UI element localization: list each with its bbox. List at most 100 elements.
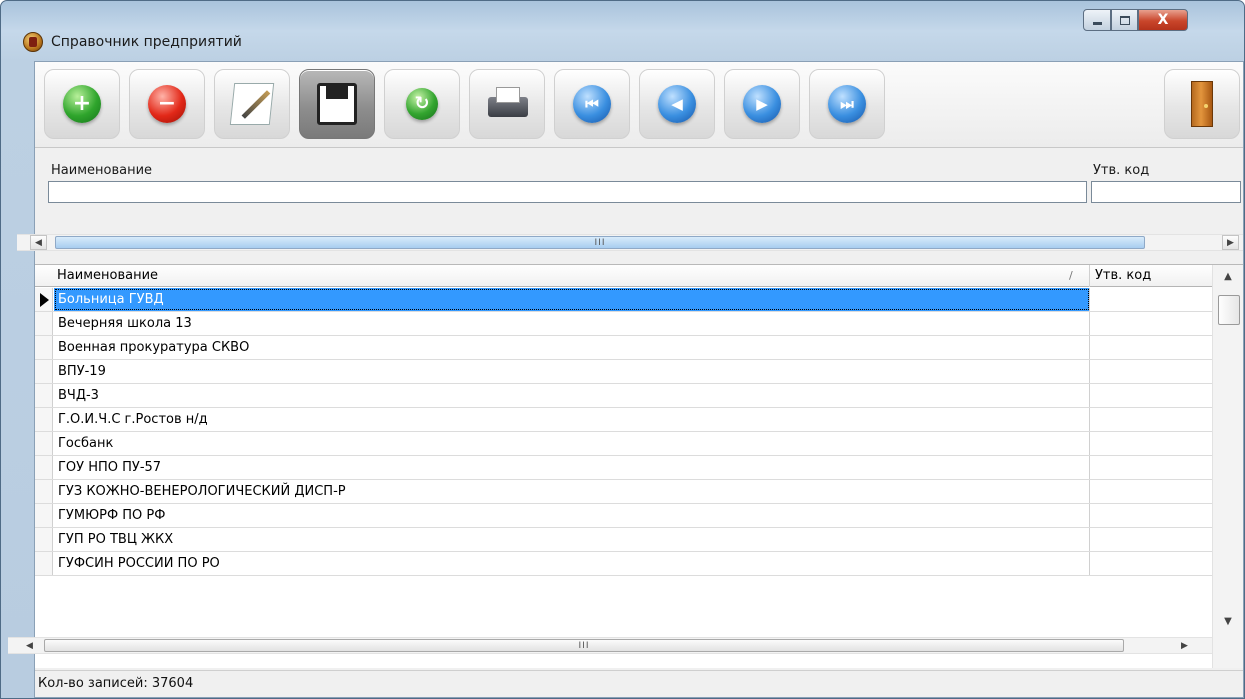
sort-indicator-icon: / bbox=[1069, 269, 1073, 282]
filter-hscrollbar[interactable]: ◀ III ▶ bbox=[17, 234, 1243, 251]
prev-record-icon: ◀ bbox=[658, 85, 696, 123]
table-row[interactable]: Больница ГУВД bbox=[35, 288, 1212, 312]
filter-code-label: Утв. код bbox=[1093, 163, 1150, 178]
cell-code[interactable] bbox=[1091, 312, 1212, 335]
refresh-button[interactable]: ↻ bbox=[384, 69, 460, 139]
cell-name[interactable]: ГОУ НПО ПУ-57 bbox=[54, 456, 1090, 479]
cell-code[interactable] bbox=[1091, 528, 1212, 551]
close-icon: X bbox=[1157, 12, 1169, 28]
add-button[interactable]: + bbox=[44, 69, 120, 139]
maximize-icon bbox=[1119, 15, 1130, 25]
main-panel: + − ↻ ⏮ ◀ ▶ ⏭ Наименование Утв. код ◀ II… bbox=[8, 61, 1244, 698]
cell-code[interactable] bbox=[1091, 336, 1212, 359]
row-indicator bbox=[35, 504, 53, 527]
minimize-button[interactable] bbox=[1083, 9, 1111, 31]
cell-name[interactable]: Госбанк bbox=[54, 432, 1090, 455]
table-row[interactable]: Военная прокуратура СКВО bbox=[35, 336, 1212, 360]
row-indicator bbox=[35, 336, 53, 359]
last-record-button[interactable]: ⏭ bbox=[809, 69, 885, 139]
toolbar: + − ↻ ⏮ ◀ ▶ ⏭ bbox=[35, 62, 1243, 148]
row-indicator bbox=[35, 552, 53, 575]
table-row[interactable]: ГУФСИН РОССИИ ПО РО bbox=[35, 552, 1212, 576]
last-record-icon: ⏭ bbox=[828, 85, 866, 123]
cell-name[interactable]: ГУФСИН РОССИИ ПО РО bbox=[54, 552, 1090, 575]
table-row[interactable]: ГОУ НПО ПУ-57 bbox=[35, 456, 1212, 480]
cell-code[interactable] bbox=[1091, 384, 1212, 407]
column-header-code[interactable]: Утв. код bbox=[1091, 265, 1211, 287]
cell-code[interactable] bbox=[1091, 288, 1212, 311]
column-header-name[interactable]: Наименование bbox=[53, 265, 1090, 287]
maximize-button[interactable] bbox=[1111, 9, 1138, 31]
table-row[interactable]: ВЧД-3 bbox=[35, 384, 1212, 408]
door-exit-icon bbox=[1191, 81, 1213, 127]
next-record-button[interactable]: ▶ bbox=[724, 69, 800, 139]
cell-name[interactable]: Г.О.И.Ч.С г.Ростов н/д bbox=[54, 408, 1090, 431]
table-row[interactable]: ГУЗ КОЖНО-ВЕНЕРОЛОГИЧЕСКИЙ ДИСП-Р bbox=[35, 480, 1212, 504]
minimize-icon bbox=[1092, 21, 1102, 25]
row-pointer-icon bbox=[35, 288, 53, 311]
filter-panel: Наименование Утв. код bbox=[35, 148, 1243, 228]
filter-code-input[interactable] bbox=[1091, 181, 1241, 203]
cell-code[interactable] bbox=[1091, 360, 1212, 383]
filter-name-label: Наименование bbox=[51, 163, 153, 178]
scroll-right-icon[interactable]: ▶ bbox=[1222, 235, 1239, 250]
record-count: Кол-во записей: 37604 bbox=[38, 676, 194, 691]
cell-name[interactable]: Военная прокуратура СКВО bbox=[54, 336, 1090, 359]
delete-button[interactable]: − bbox=[129, 69, 205, 139]
next-record-icon: ▶ bbox=[743, 85, 781, 123]
edit-icon bbox=[229, 83, 275, 125]
table-row[interactable]: Госбанк bbox=[35, 432, 1212, 456]
cell-name[interactable]: ГУЗ КОЖНО-ВЕНЕРОЛОГИЧЕСКИЙ ДИСП-Р bbox=[54, 480, 1090, 503]
grid-hscrollbar[interactable]: ◀ III ▶ bbox=[8, 637, 1212, 654]
grid-hscroll-thumb[interactable]: III bbox=[44, 639, 1124, 652]
cell-name[interactable]: ВПУ-19 bbox=[54, 360, 1090, 383]
save-button[interactable] bbox=[299, 69, 375, 139]
row-indicator bbox=[35, 528, 53, 551]
minus-icon: − bbox=[148, 85, 186, 123]
cell-name[interactable]: ВЧД-3 bbox=[54, 384, 1090, 407]
cell-code[interactable] bbox=[1091, 552, 1212, 575]
exit-button[interactable] bbox=[1164, 69, 1240, 139]
grid-rows: Больница ГУВД Вечерняя школа 13 Военная … bbox=[35, 288, 1212, 576]
plus-icon: + bbox=[63, 85, 101, 123]
first-record-button[interactable]: ⏮ bbox=[554, 69, 630, 139]
cell-name[interactable]: Вечерняя школа 13 bbox=[54, 312, 1090, 335]
filter-name-input[interactable] bbox=[48, 181, 1087, 203]
close-button[interactable]: X bbox=[1138, 9, 1188, 31]
cell-code[interactable] bbox=[1091, 432, 1212, 455]
scroll-left-icon[interactable]: ◀ bbox=[30, 235, 47, 250]
table-row[interactable]: ВПУ-19 bbox=[35, 360, 1212, 384]
grid-vscrollbar[interactable]: ▲ ▼ bbox=[1212, 265, 1243, 668]
printer-icon bbox=[484, 87, 530, 121]
table-row[interactable]: ГУП РО ТВЦ ЖКХ bbox=[35, 528, 1212, 552]
cell-code[interactable] bbox=[1091, 456, 1212, 479]
grid-vscroll-thumb[interactable] bbox=[1218, 295, 1240, 325]
scroll-up-icon[interactable]: ▲ bbox=[1213, 265, 1243, 287]
floppy-icon bbox=[317, 83, 357, 125]
prev-record-button[interactable]: ◀ bbox=[639, 69, 715, 139]
row-indicator bbox=[35, 384, 53, 407]
table-row[interactable]: Г.О.И.Ч.С г.Ростов н/д bbox=[35, 408, 1212, 432]
cell-code[interactable] bbox=[1091, 480, 1212, 503]
window-title: Справочник предприятий bbox=[51, 34, 242, 50]
title-bar[interactable]: Справочник предприятий X bbox=[1, 1, 1244, 61]
row-indicator bbox=[35, 456, 53, 479]
refresh-icon: ↻ bbox=[406, 88, 438, 120]
app-icon bbox=[23, 32, 43, 52]
filter-hscroll-thumb[interactable]: III bbox=[55, 236, 1145, 249]
table-row[interactable]: ГУМЮРФ ПО РФ bbox=[35, 504, 1212, 528]
row-indicator bbox=[35, 432, 53, 455]
scroll-down-icon[interactable]: ▼ bbox=[1213, 610, 1243, 632]
cell-code[interactable] bbox=[1091, 504, 1212, 527]
scroll-right-icon[interactable]: ▶ bbox=[1176, 638, 1193, 653]
scroll-left-icon[interactable]: ◀ bbox=[21, 638, 38, 653]
status-bar: Кол-во записей: 37604 bbox=[35, 670, 1243, 697]
cell-name[interactable]: Больница ГУВД bbox=[54, 288, 1090, 311]
cell-name[interactable]: ГУМЮРФ ПО РФ bbox=[54, 504, 1090, 527]
print-button[interactable] bbox=[469, 69, 545, 139]
table-row[interactable]: Вечерняя школа 13 bbox=[35, 312, 1212, 336]
cell-name[interactable]: ГУП РО ТВЦ ЖКХ bbox=[54, 528, 1090, 551]
edit-button[interactable] bbox=[214, 69, 290, 139]
row-indicator bbox=[35, 360, 53, 383]
cell-code[interactable] bbox=[1091, 408, 1212, 431]
